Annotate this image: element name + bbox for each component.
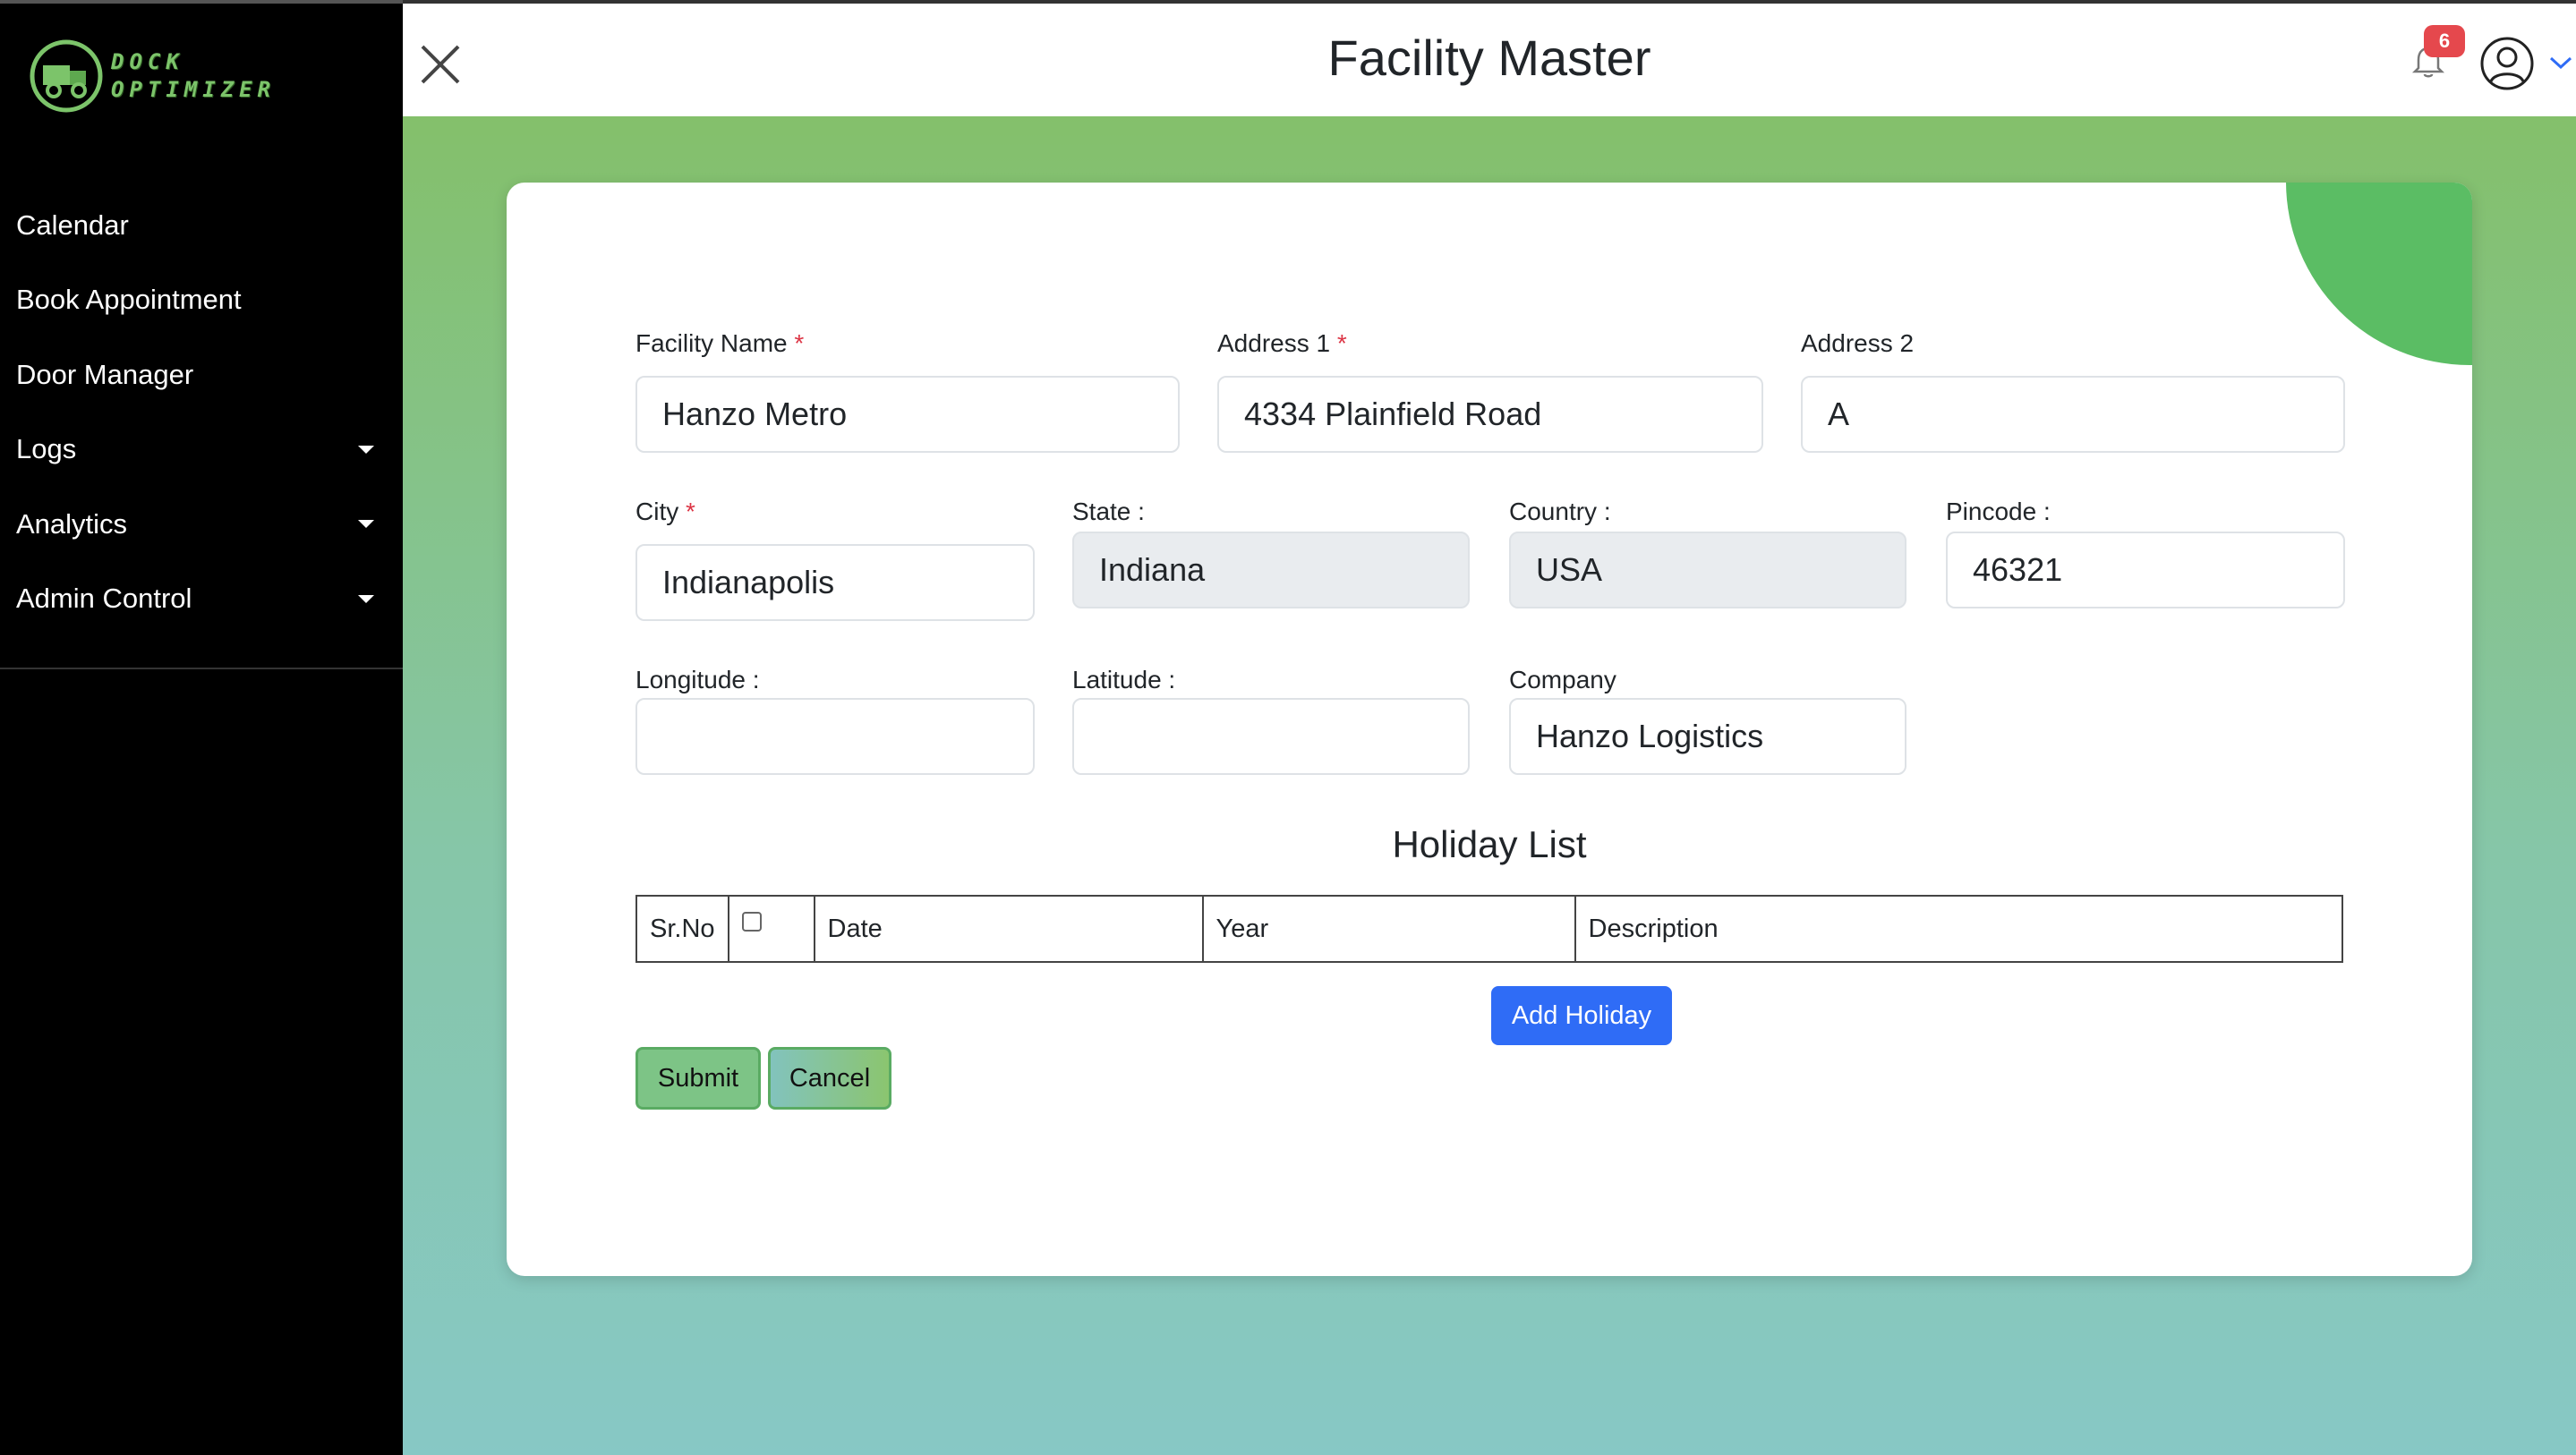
- longitude-input[interactable]: [635, 698, 1035, 775]
- logo-text-line1: DOCK: [111, 49, 184, 74]
- address2-label: Address 2: [1801, 329, 1915, 357]
- latitude-label: Latitude :: [1072, 666, 1176, 693]
- add-holiday-button[interactable]: Add Holiday: [1491, 986, 1672, 1045]
- sidebar-item-book-appointment[interactable]: Book Appointment: [0, 263, 403, 338]
- sidebar-nav: Calendar Book Appointment Door Manager L…: [0, 188, 403, 636]
- column-header-year: Year: [1201, 895, 1576, 963]
- select-all-checkbox[interactable]: [741, 911, 762, 932]
- facility-name-input[interactable]: Hanzo Metro: [635, 376, 1180, 453]
- logo-text-line2: OPTIMIZER: [111, 77, 277, 102]
- company-input[interactable]: Hanzo Logistics: [1509, 698, 1906, 775]
- pincode-input[interactable]: 46321: [1946, 532, 2345, 608]
- top-header: Facility Master 6: [403, 0, 2576, 116]
- address1-input[interactable]: 4334 Plainfield Road: [1217, 376, 1763, 453]
- sidebar-item-calendar[interactable]: Calendar: [0, 188, 403, 263]
- submit-button[interactable]: Submit: [635, 1047, 761, 1110]
- user-circle-icon[interactable]: [2479, 36, 2535, 91]
- sidebar-item-logs[interactable]: Logs: [0, 413, 403, 488]
- longitude-label: Longitude :: [635, 666, 760, 693]
- country-input: USA: [1509, 532, 1906, 608]
- sidebar-item-label: Logs: [16, 433, 77, 465]
- pincode-label: Pincode :: [1946, 498, 2051, 525]
- facility-name-label: Facility Name *: [635, 329, 805, 357]
- sidebar-item-label: Door Manager: [16, 358, 194, 390]
- column-header-select: [727, 895, 815, 963]
- sidebar-item-label: Book Appointment: [16, 284, 242, 316]
- holiday-list-title: Holiday List: [1392, 823, 1587, 865]
- sidebar: DOCK OPTIMIZER Calendar Book Appointment…: [0, 0, 403, 1455]
- sidebar-item-analytics[interactable]: Analytics: [0, 487, 403, 562]
- sidebar-item-label: Admin Control: [16, 583, 192, 615]
- company-label: Company: [1509, 666, 1616, 693]
- main-content: Facility Name * Hanzo Metro Address 1 * …: [403, 116, 2576, 1455]
- sidebar-item-door-manager[interactable]: Door Manager: [0, 337, 403, 413]
- sidebar-item-label: Calendar: [16, 208, 129, 241]
- chevron-down-icon[interactable]: [2547, 54, 2574, 72]
- country-label: Country :: [1509, 498, 1611, 525]
- caret-down-icon: [358, 445, 374, 454]
- column-header-srno: Sr.No: [635, 895, 729, 963]
- caret-down-icon: [358, 594, 374, 603]
- table-header-row: Sr.No Date Year Description: [635, 895, 2344, 963]
- corner-decoration: [2286, 183, 2472, 365]
- caret-down-icon: [358, 520, 374, 529]
- facility-form-card: Facility Name * Hanzo Metro Address 1 * …: [507, 183, 2472, 1276]
- cancel-button[interactable]: Cancel: [768, 1047, 891, 1110]
- required-marker: *: [794, 329, 805, 357]
- address2-input[interactable]: A: [1801, 376, 2345, 453]
- notification-badge: 6: [2424, 25, 2465, 57]
- state-label: State :: [1072, 498, 1145, 525]
- sidebar-item-label: Analytics: [16, 507, 128, 540]
- city-label: City *: [635, 498, 695, 525]
- holiday-table: Sr.No Date Year Description: [635, 895, 2344, 963]
- sidebar-item-admin-control[interactable]: Admin Control: [0, 562, 403, 637]
- sidebar-divider: [0, 668, 403, 669]
- required-marker: *: [1336, 329, 1347, 357]
- address1-label: Address 1 *: [1217, 329, 1347, 357]
- city-input[interactable]: Indianapolis: [635, 544, 1035, 621]
- column-header-description: Description: [1574, 895, 2344, 963]
- app-logo[interactable]: DOCK OPTIMIZER: [29, 38, 297, 115]
- required-marker: *: [686, 498, 695, 525]
- column-header-date: Date: [813, 895, 1204, 963]
- state-input: Indiana: [1072, 532, 1470, 608]
- page-title: Facility Master: [1327, 30, 1651, 86]
- latitude-input[interactable]: [1072, 698, 1470, 775]
- truck-logo-icon: [30, 39, 103, 113]
